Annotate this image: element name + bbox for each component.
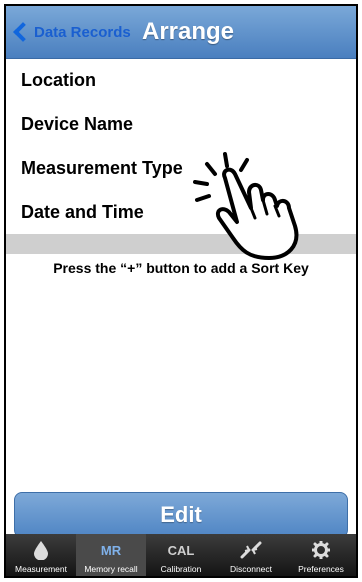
drop-icon	[33, 539, 49, 561]
sort-key-device-name[interactable]: Device Name	[6, 102, 356, 146]
tab-calibration[interactable]: CAL Calibration	[146, 534, 216, 576]
chevron-left-icon	[13, 22, 33, 42]
edit-button[interactable]: Edit	[14, 492, 348, 538]
tab-preferences[interactable]: Preferences	[286, 534, 356, 576]
tab-disconnect[interactable]: Disconnect	[216, 534, 286, 576]
tab-memory-recall[interactable]: MR Memory recall	[76, 534, 146, 576]
tab-label: Calibration	[160, 564, 202, 574]
cal-icon: CAL	[167, 542, 195, 558]
hint-text: Press the “+” button to add a Sort Key	[53, 260, 309, 276]
mr-icon: MR	[100, 542, 122, 558]
sort-key-location[interactable]: Location	[6, 58, 356, 102]
app-screen: Data Records Arrange Location Device Nam…	[4, 4, 358, 578]
tab-label: Disconnect	[229, 564, 273, 574]
tab-label: Preferences	[298, 564, 344, 574]
sort-key-label: Device Name	[21, 113, 134, 134]
back-button-label: Data Records	[34, 23, 131, 41]
disconnect-icon	[239, 539, 263, 561]
tap-hand-icon	[193, 152, 299, 260]
navigation-bar: Data Records Arrange	[6, 6, 356, 59]
sort-key-label: Location	[21, 69, 96, 90]
gear-icon	[312, 539, 330, 561]
tab-measurement[interactable]: Measurement	[6, 534, 76, 576]
tab-label: Memory recall	[84, 564, 138, 574]
page-title: Arrange	[142, 18, 235, 45]
tab-bar: Measurement MR Memory recall CAL Calibra…	[6, 534, 356, 576]
back-button[interactable]: Data Records	[12, 19, 131, 45]
sort-key-label: Date and Time	[21, 201, 144, 222]
sort-key-label: Measurement Type	[21, 157, 183, 178]
tab-label: Measurement	[15, 564, 67, 574]
